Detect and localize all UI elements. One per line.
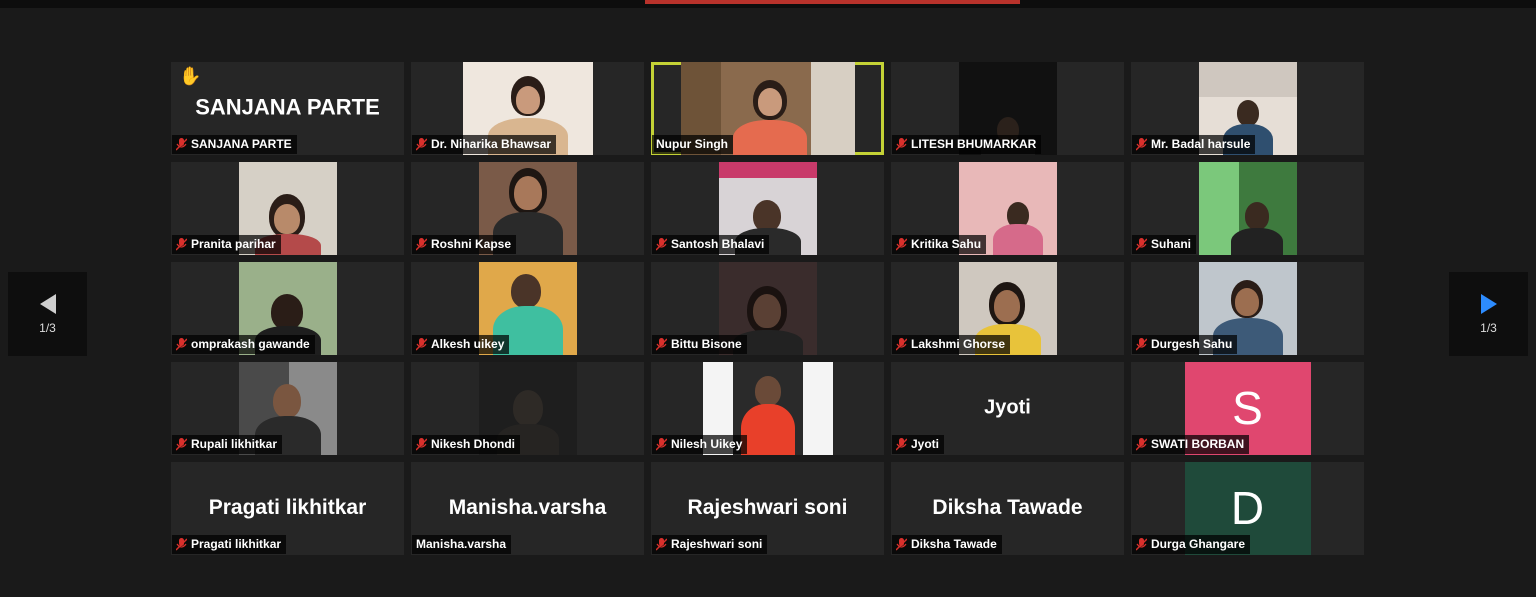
muted-mic-icon bbox=[416, 138, 427, 151]
muted-mic-icon bbox=[1136, 238, 1147, 251]
participant-tile[interactable]: Roshni Kapse bbox=[411, 162, 644, 255]
participant-name-label: Durga Ghangare bbox=[1132, 535, 1251, 554]
participant-name-label: Durgesh Sahu bbox=[1132, 335, 1238, 354]
participant-name-label: Rajeshwari soni bbox=[652, 535, 768, 554]
muted-mic-icon bbox=[176, 538, 187, 551]
participant-tile[interactable]: Suhani bbox=[1131, 162, 1364, 255]
raised-hand-icon: ✋ bbox=[179, 66, 202, 86]
participant-display-name: SANJANA PARTE bbox=[195, 94, 380, 120]
participant-name-label: SANJANA PARTE bbox=[172, 135, 297, 154]
participant-name-label: Alkesh uikey bbox=[412, 335, 510, 354]
participant-display-name: Jyoti bbox=[984, 395, 1031, 418]
participant-name-label: Pranita parihar bbox=[172, 235, 281, 254]
participant-name-label: Bittu Bisone bbox=[652, 335, 747, 354]
muted-mic-icon bbox=[1136, 138, 1147, 151]
participant-tile[interactable]: Bittu Bisone bbox=[651, 262, 884, 355]
participant-name-label: Diksha Tawade bbox=[892, 535, 1002, 554]
participant-name-label: Suhani bbox=[1132, 235, 1197, 254]
muted-mic-icon bbox=[176, 138, 187, 151]
participant-name-label: Manisha.varsha bbox=[412, 535, 512, 554]
muted-mic-icon bbox=[176, 238, 187, 251]
participant-name-label: Nupur Singh bbox=[652, 135, 733, 154]
participant-tile[interactable]: LITESH BHUMARKAR bbox=[891, 62, 1124, 155]
participant-tile[interactable]: Alkesh uikey bbox=[411, 262, 644, 355]
participant-name-label: Pragati likhitkar bbox=[172, 535, 287, 554]
muted-mic-icon bbox=[416, 238, 427, 251]
previous-page-button[interactable]: 1/3 bbox=[8, 272, 87, 356]
participant-tile[interactable]: Dr. Niharika Bhawsar bbox=[411, 62, 644, 155]
participant-name-label: Jyoti bbox=[892, 435, 945, 454]
participant-tile[interactable]: omprakash gawande bbox=[171, 262, 404, 355]
muted-mic-icon bbox=[896, 338, 907, 351]
muted-mic-icon bbox=[176, 338, 187, 351]
muted-mic-icon bbox=[896, 238, 907, 251]
participant-tile[interactable]: Pragati likhitkar Pragati likhitkar bbox=[171, 462, 404, 555]
participant-name-label: omprakash gawande bbox=[172, 335, 315, 354]
participant-name-label: Lakshmi Ghorse bbox=[892, 335, 1011, 354]
participant-display-name: Diksha Tawade bbox=[932, 495, 1083, 519]
muted-mic-icon bbox=[896, 138, 907, 151]
muted-mic-icon bbox=[1136, 438, 1147, 451]
participant-tile[interactable]: Lakshmi Ghorse bbox=[891, 262, 1124, 355]
top-share-strip bbox=[0, 0, 1536, 8]
shared-screen-edge bbox=[645, 0, 1020, 4]
participant-tile[interactable]: Durgesh Sahu bbox=[1131, 262, 1364, 355]
muted-mic-icon bbox=[656, 338, 667, 351]
participant-tile[interactable]: Nikesh Dhondi bbox=[411, 362, 644, 455]
participant-name-label: Nilesh Uikey bbox=[652, 435, 748, 454]
participant-tile[interactable]: D Durga Ghangare bbox=[1131, 462, 1364, 555]
participant-name-label: Kritika Sahu bbox=[892, 235, 987, 254]
muted-mic-icon bbox=[416, 338, 427, 351]
participant-tile[interactable]: Rupali likhitkar bbox=[171, 362, 404, 455]
muted-mic-icon bbox=[176, 438, 187, 451]
participant-display-name: Rajeshwari soni bbox=[687, 495, 848, 519]
muted-mic-icon bbox=[1136, 538, 1147, 551]
participant-name-label: LITESH BHUMARKAR bbox=[892, 135, 1042, 154]
participant-name-label: SWATI BORBAN bbox=[1132, 435, 1250, 454]
participant-display-name: Manisha.varsha bbox=[448, 495, 607, 519]
triangle-right-icon bbox=[1480, 294, 1497, 314]
video-feed bbox=[1198, 162, 1297, 255]
participant-name-label: Santosh Bhalavi bbox=[652, 235, 770, 254]
muted-mic-icon bbox=[1136, 338, 1147, 351]
participant-name-label: Rupali likhitkar bbox=[172, 435, 283, 454]
next-page-button[interactable]: 1/3 bbox=[1449, 272, 1528, 356]
participant-tile-active-speaker[interactable]: Nupur Singh bbox=[651, 62, 884, 155]
participant-tile[interactable]: Mr. Badal harsule bbox=[1131, 62, 1364, 155]
participant-tile[interactable]: ✋ SANJANA PARTE SANJANA PARTE bbox=[171, 62, 404, 155]
participant-name-label: Roshni Kapse bbox=[412, 235, 517, 254]
participant-tile[interactable]: S SWATI BORBAN bbox=[1131, 362, 1364, 455]
muted-mic-icon bbox=[896, 538, 907, 551]
muted-mic-icon bbox=[416, 438, 427, 451]
participant-tile[interactable]: Manisha.varsha Manisha.varsha bbox=[411, 462, 644, 555]
participant-tile[interactable]: Jyoti Jyoti bbox=[891, 362, 1124, 455]
muted-mic-icon bbox=[656, 538, 667, 551]
participant-name-label: Nikesh Dhondi bbox=[412, 435, 521, 454]
participant-tile[interactable]: Rajeshwari soni Rajeshwari soni bbox=[651, 462, 884, 555]
muted-mic-icon bbox=[656, 238, 667, 251]
muted-mic-icon bbox=[656, 438, 667, 451]
page-indicator-left: 1/3 bbox=[39, 321, 56, 335]
participant-display-name: Pragati likhitkar bbox=[208, 495, 367, 519]
participant-tile[interactable]: Pranita parihar bbox=[171, 162, 404, 255]
participant-grid: ✋ SANJANA PARTE SANJANA PARTE Dr. Nihari… bbox=[171, 62, 1364, 555]
participant-tile[interactable]: Diksha Tawade Diksha Tawade bbox=[891, 462, 1124, 555]
participant-tile[interactable]: Santosh Bhalavi bbox=[651, 162, 884, 255]
participant-name-label: Dr. Niharika Bhawsar bbox=[412, 135, 557, 154]
participant-tile[interactable]: Kritika Sahu bbox=[891, 162, 1124, 255]
participant-name-label: Mr. Badal harsule bbox=[1132, 135, 1256, 154]
muted-mic-icon bbox=[896, 438, 907, 451]
page-indicator-right: 1/3 bbox=[1480, 321, 1497, 335]
triangle-left-icon bbox=[39, 294, 56, 314]
participant-tile[interactable]: Nilesh Uikey bbox=[651, 362, 884, 455]
